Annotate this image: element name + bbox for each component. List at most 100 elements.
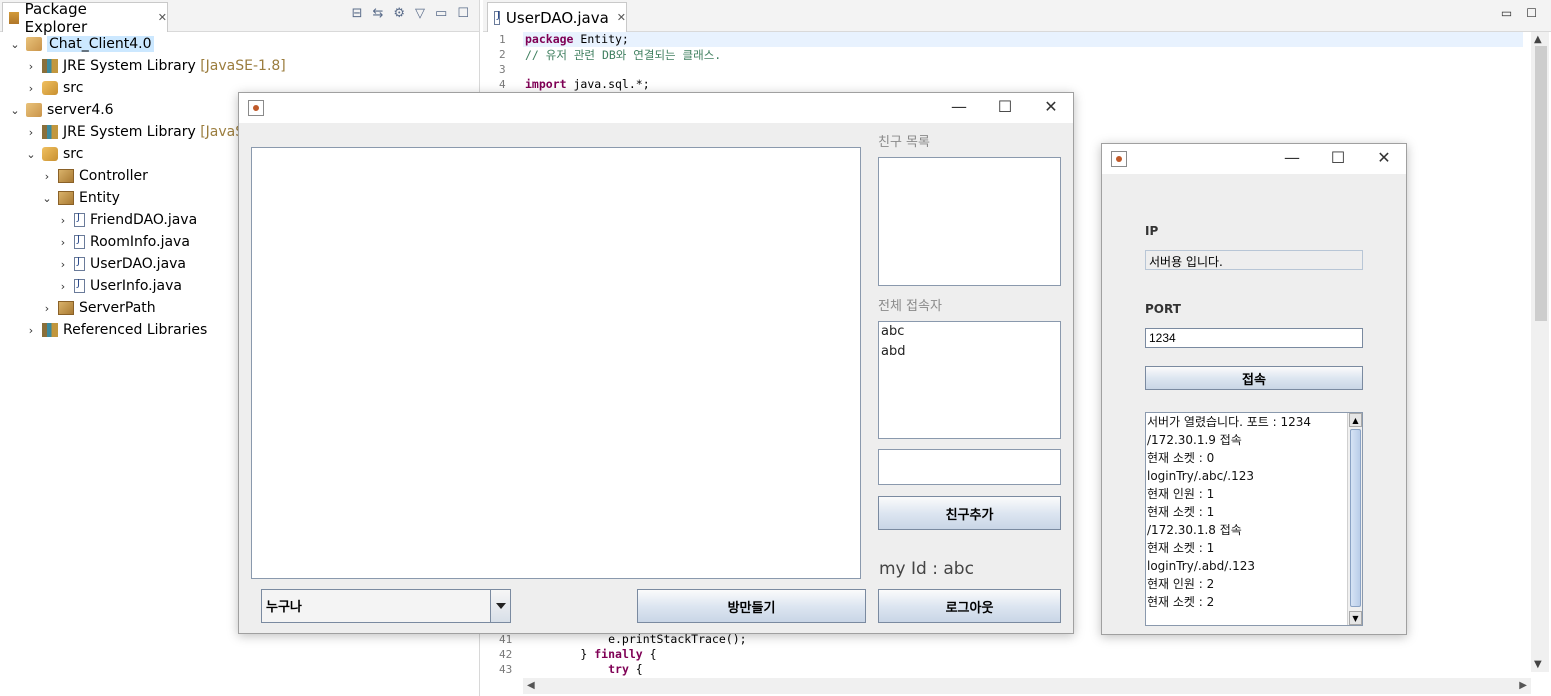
tree-node-serverpath[interactable]: › ServerPath bbox=[40, 298, 156, 318]
chevron-right-icon[interactable]: › bbox=[24, 60, 38, 73]
port-input[interactable] bbox=[1145, 328, 1363, 348]
line-number: 43 bbox=[499, 663, 513, 676]
code-line[interactable]: import java.sql.*; bbox=[525, 77, 650, 91]
scroll-left-icon[interactable]: ◀ bbox=[527, 680, 535, 691]
scroll-right-icon[interactable]: ▶ bbox=[1519, 680, 1527, 691]
log-line: /172.30.1.8 접속 bbox=[1147, 523, 1242, 537]
tree-node-jre-library[interactable]: › JRE System Library [JavaSE-1.8] bbox=[24, 56, 286, 76]
scroll-up-icon[interactable]: ▲ bbox=[1534, 34, 1542, 45]
minimize-icon[interactable]: — bbox=[1282, 148, 1302, 167]
list-item[interactable]: abc bbox=[879, 322, 1060, 342]
code-text: { bbox=[642, 647, 657, 661]
package-explorer-title: Package Explorer bbox=[24, 0, 88, 36]
chevron-down-icon[interactable]: ⌄ bbox=[24, 148, 38, 161]
code-line[interactable]: try { bbox=[525, 662, 643, 676]
chevron-down-icon[interactable]: ⌄ bbox=[40, 192, 54, 205]
scroll-thumb[interactable] bbox=[1535, 46, 1547, 321]
log-scrollbar[interactable]: ▲ ▼ bbox=[1347, 413, 1362, 625]
java-file-icon bbox=[494, 10, 500, 25]
chat-area[interactable] bbox=[251, 147, 861, 579]
friends-list[interactable] bbox=[878, 157, 1061, 286]
server-window-titlebar[interactable]: — ☐ ✕ bbox=[1102, 144, 1406, 174]
source-folder-icon bbox=[42, 147, 58, 161]
log-line: 현재 인원 : 2 bbox=[1147, 577, 1215, 591]
chevron-right-icon[interactable]: › bbox=[56, 214, 70, 227]
code-line[interactable]: // 유저 관련 DB와 연결되는 클래스. bbox=[525, 47, 721, 63]
code-line[interactable]: package Entity; bbox=[525, 32, 629, 46]
tree-node-frienddao[interactable]: › FriendDAO.java bbox=[56, 210, 197, 230]
chevron-down-icon[interactable]: ⌄ bbox=[8, 104, 22, 117]
minimize-icon[interactable]: ▭ bbox=[435, 6, 447, 21]
editor-vertical-scrollbar[interactable]: ▲ ▼ bbox=[1531, 32, 1549, 672]
close-icon[interactable]: ✕ bbox=[1041, 97, 1061, 116]
tree-node-userinfo[interactable]: › UserInfo.java bbox=[56, 276, 182, 296]
filters-icon[interactable]: ⚙ bbox=[393, 6, 405, 21]
maximize-icon[interactable]: ☐ bbox=[995, 97, 1015, 116]
chat-window-titlebar[interactable]: — ☐ ✕ bbox=[239, 93, 1073, 123]
close-icon[interactable]: ✕ bbox=[617, 11, 626, 24]
add-friend-button[interactable]: 친구추가 bbox=[878, 496, 1061, 530]
tree-node-userdao[interactable]: › UserDAO.java bbox=[56, 254, 186, 274]
editor-horizontal-scrollbar[interactable]: ◀ ▶ bbox=[523, 678, 1531, 694]
make-room-button[interactable]: 방만들기 bbox=[637, 589, 866, 623]
scroll-down-icon[interactable]: ▼ bbox=[1349, 611, 1362, 625]
server-log[interactable]: 서버가 열렸습니다. 포트 : 1234 /172.30.1.9 접속 현재 소… bbox=[1145, 412, 1363, 626]
log-line: 서버가 열렸습니다. 포트 : 1234 bbox=[1147, 415, 1312, 429]
code-text: { bbox=[628, 662, 643, 676]
collapse-all-icon[interactable]: ⊟ bbox=[352, 6, 363, 21]
port-label: PORT bbox=[1145, 302, 1181, 316]
code-line[interactable]: } finally { bbox=[525, 647, 657, 661]
close-icon[interactable]: ✕ bbox=[158, 11, 167, 24]
tree-node-src[interactable]: ⌄ src bbox=[24, 144, 83, 164]
tree-node-label: RoomInfo.java bbox=[90, 234, 190, 250]
library-icon bbox=[42, 125, 58, 139]
minimize-icon[interactable]: ▭ bbox=[1501, 6, 1512, 20]
editor-tab-title: UserDAO.java bbox=[505, 8, 609, 27]
chevron-right-icon[interactable]: › bbox=[56, 258, 70, 271]
log-line: loginTry/.abd/.123 bbox=[1147, 559, 1256, 573]
tree-node-label: server4.6 bbox=[47, 102, 114, 118]
scroll-down-icon[interactable]: ▼ bbox=[1534, 659, 1542, 670]
link-with-editor-icon[interactable]: ⇆ bbox=[372, 6, 383, 21]
chat-target-combobox[interactable]: 누구나 bbox=[261, 589, 511, 623]
minimize-icon[interactable]: — bbox=[949, 97, 969, 116]
chevron-right-icon[interactable]: › bbox=[40, 170, 54, 183]
view-menu-icon[interactable]: ▽ bbox=[415, 6, 425, 21]
tree-node-controller[interactable]: › Controller bbox=[40, 166, 148, 186]
source-folder-icon bbox=[42, 81, 58, 95]
maximize-icon[interactable]: ☐ bbox=[1526, 6, 1537, 20]
chevron-right-icon[interactable]: › bbox=[24, 324, 38, 337]
logout-button[interactable]: 로그아웃 bbox=[878, 589, 1061, 623]
tree-node-referenced-libraries[interactable]: › Referenced Libraries bbox=[24, 320, 208, 340]
chat-client-window: — ☐ ✕ 친구 목록 전체 접속자 abc abd 친구추가 my Id : … bbox=[238, 92, 1074, 634]
friend-id-input[interactable] bbox=[878, 449, 1061, 485]
tree-node-chat-client[interactable]: ⌄ Chat_Client4.0 bbox=[8, 34, 154, 54]
chevron-right-icon[interactable]: › bbox=[56, 236, 70, 249]
tree-node-entity[interactable]: ⌄ Entity bbox=[40, 188, 119, 208]
close-icon[interactable]: ✕ bbox=[1374, 148, 1394, 167]
java-file-icon bbox=[74, 212, 85, 227]
java-app-icon bbox=[1111, 151, 1127, 167]
package-explorer-tab[interactable]: Package Explorer ✕ bbox=[2, 0, 168, 36]
all-users-list[interactable]: abc abd bbox=[878, 321, 1061, 439]
chevron-right-icon[interactable]: › bbox=[56, 280, 70, 293]
keyword: try bbox=[608, 662, 629, 676]
tree-node-server[interactable]: ⌄ server4.6 bbox=[8, 100, 114, 120]
chevron-right-icon[interactable]: › bbox=[24, 126, 38, 139]
tree-node-roominfo[interactable]: › RoomInfo.java bbox=[56, 232, 190, 252]
chevron-down-icon[interactable]: ⌄ bbox=[8, 38, 22, 51]
chevron-right-icon[interactable]: › bbox=[24, 82, 38, 95]
combobox-value: 누구나 bbox=[266, 600, 302, 615]
tab-userdao[interactable]: UserDAO.java ✕ bbox=[487, 2, 627, 32]
connect-button[interactable]: 접속 bbox=[1145, 366, 1363, 390]
maximize-icon[interactable]: ☐ bbox=[457, 6, 469, 21]
list-item[interactable]: abd bbox=[879, 342, 1060, 362]
tree-node-src[interactable]: › src bbox=[24, 78, 84, 98]
scroll-up-icon[interactable]: ▲ bbox=[1349, 413, 1362, 427]
scroll-thumb[interactable] bbox=[1350, 429, 1361, 607]
log-line: 현재 소켓 : 1 bbox=[1147, 541, 1215, 555]
chevron-right-icon[interactable]: › bbox=[40, 302, 54, 315]
maximize-icon[interactable]: ☐ bbox=[1328, 148, 1348, 167]
code-line[interactable]: e.printStackTrace(); bbox=[525, 632, 746, 646]
chevron-down-icon[interactable] bbox=[490, 590, 510, 622]
